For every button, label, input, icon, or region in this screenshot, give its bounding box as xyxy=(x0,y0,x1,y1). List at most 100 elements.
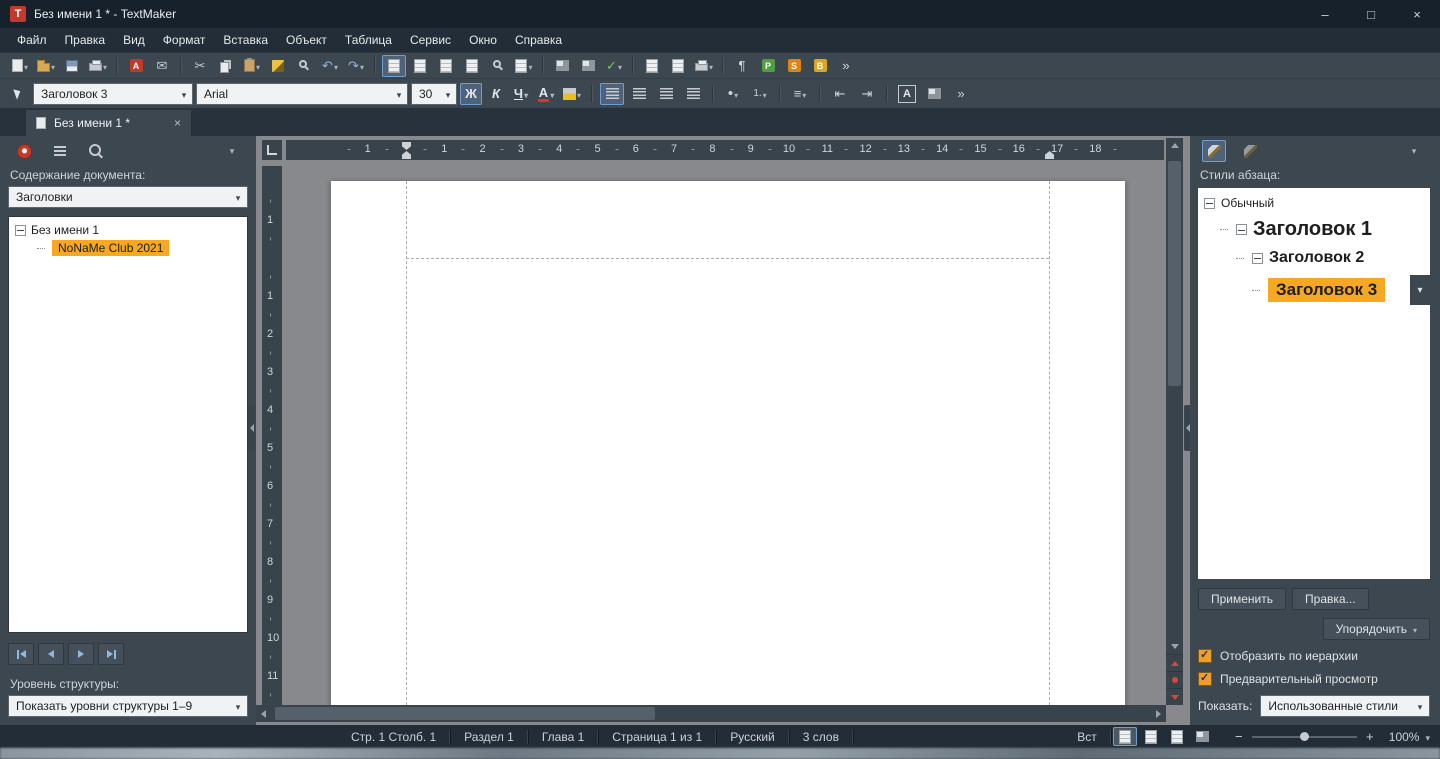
footer-icon[interactable] xyxy=(460,55,484,77)
document-map-button[interactable] xyxy=(12,140,36,162)
style-item-4[interactable]: Заголовок 3 xyxy=(1198,271,1430,309)
view-outline-button[interactable] xyxy=(1191,727,1215,746)
menu-item-8[interactable]: Окно xyxy=(460,28,506,52)
character-dialog-button[interactable]: A xyxy=(895,83,919,105)
spellcheck-icon[interactable]: ✓ xyxy=(602,55,626,77)
style-item-3[interactable]: Заголовок 2 xyxy=(1198,245,1430,271)
paragraph-style-select[interactable]: Заголовок 3 xyxy=(33,82,193,105)
font-name-select[interactable]: Arial xyxy=(196,82,408,105)
outline-next-button[interactable] xyxy=(68,643,94,665)
menu-item-9[interactable]: Справка xyxy=(506,28,571,52)
outline-search-button[interactable] xyxy=(84,140,108,162)
style-item-1[interactable]: Обычный xyxy=(1198,192,1430,214)
export-pdf-icon[interactable]: A xyxy=(124,55,148,77)
panel-menu-button[interactable] xyxy=(1402,140,1426,162)
horizontal-ruler[interactable]: 1 1 2 3 4 5 6 7 8 9 10 11 12 13 14 15 16 17 18 xyxy=(286,140,1164,160)
style-item-2[interactable]: Заголовок 1 xyxy=(1198,214,1430,245)
insert-table-icon[interactable] xyxy=(550,55,574,77)
outline-previous-button[interactable] xyxy=(38,643,64,665)
numbered-list-button[interactable]: 1. xyxy=(748,83,772,105)
title-bar[interactable]: T Без имени 1 * - TextMaker – □ × xyxy=(0,0,1440,28)
outline-child-item[interactable]: NoNaMe Club 2021 xyxy=(11,239,245,257)
new-document-icon[interactable] xyxy=(8,55,32,77)
hierarchy-checkbox[interactable]: Отобразить по иерархии xyxy=(1198,648,1430,663)
level-select[interactable]: Показать уровни структуры 1–9 xyxy=(8,695,248,717)
vertical-scroll-track[interactable] xyxy=(1166,153,1183,639)
basicmaker-icon[interactable]: B xyxy=(808,55,832,77)
align-center-button[interactable] xyxy=(627,83,651,105)
page-layout-view-icon[interactable] xyxy=(382,54,406,77)
menu-item-7[interactable]: Сервис xyxy=(401,28,460,52)
zoom-value[interactable]: 100% xyxy=(1389,730,1420,744)
show-select[interactable]: Использованные стили xyxy=(1260,695,1430,717)
minimize-button[interactable]: – xyxy=(1302,0,1348,28)
formatting-overflow-button[interactable]: » xyxy=(949,83,973,105)
save-icon[interactable] xyxy=(60,55,84,77)
first-line-indent-marker[interactable] xyxy=(402,142,411,150)
left-indent-marker[interactable] xyxy=(402,151,411,159)
view-normal-button[interactable] xyxy=(1139,727,1163,746)
menu-item-3[interactable]: Формат xyxy=(154,28,215,52)
view-page-layout-button[interactable] xyxy=(1112,727,1137,746)
style-options-button[interactable] xyxy=(1410,275,1430,305)
contents-select[interactable]: Заголовки xyxy=(8,186,248,208)
tree-collapse-icon[interactable] xyxy=(1236,224,1247,235)
print-icon[interactable] xyxy=(86,55,110,77)
mail-merge-icon[interactable] xyxy=(692,55,716,77)
horizontal-scrollbar[interactable] xyxy=(256,705,1166,722)
horizontal-scroll-track[interactable] xyxy=(271,705,1151,722)
formatting-marks-icon[interactable]: ¶ xyxy=(730,55,754,77)
document-page[interactable] xyxy=(331,181,1125,710)
maximize-button[interactable]: □ xyxy=(1348,0,1394,28)
cut-icon[interactable]: ✂ xyxy=(188,55,212,77)
zoom-slider-knob[interactable] xyxy=(1299,731,1309,741)
outline-list-button[interactable]: ≡ xyxy=(788,83,812,105)
open-icon[interactable] xyxy=(34,55,58,77)
scroll-up-button[interactable] xyxy=(1166,138,1183,153)
horizontal-scroll-thumb[interactable] xyxy=(275,707,655,720)
organize-button[interactable]: Упорядочить xyxy=(1322,618,1430,640)
edit-style-button[interactable]: Правка... xyxy=(1292,588,1369,610)
tree-collapse-icon[interactable] xyxy=(15,224,26,236)
align-left-button[interactable] xyxy=(600,82,624,105)
menu-item-6[interactable]: Таблица xyxy=(336,28,401,52)
toolbar-overflow-icon[interactable]: » xyxy=(834,55,858,77)
copy-icon[interactable] xyxy=(214,55,238,77)
paragraph-styles-button[interactable] xyxy=(1202,140,1226,162)
format-paintbrush-icon[interactable] xyxy=(266,55,290,77)
tab-close-button[interactable]: × xyxy=(174,116,181,130)
outline-options-button[interactable] xyxy=(48,140,72,162)
menu-item-2[interactable]: Вид xyxy=(114,28,154,52)
menu-item-0[interactable]: Файл xyxy=(8,28,56,52)
zoom-slider[interactable] xyxy=(1251,731,1357,741)
tab-stop-selector[interactable] xyxy=(262,140,282,160)
align-right-button[interactable] xyxy=(654,83,678,105)
outline-root-item[interactable]: Без имени 1 xyxy=(11,221,245,239)
insert-mode-indicator[interactable]: Вст xyxy=(1064,730,1110,744)
scroll-down-button[interactable] xyxy=(1166,639,1183,654)
zoom-out-button[interactable]: − xyxy=(1230,729,1248,744)
insert-chart-icon[interactable] xyxy=(576,55,600,77)
character-styles-button[interactable] xyxy=(1238,140,1262,162)
align-justify-button[interactable] xyxy=(681,83,705,105)
scroll-left-button[interactable] xyxy=(256,705,271,722)
left-panel-collapse-handle[interactable] xyxy=(248,405,255,451)
apply-style-button[interactable]: Применить xyxy=(1198,588,1287,610)
increase-indent-button[interactable]: ⇥ xyxy=(855,83,879,105)
menu-item-5[interactable]: Объект xyxy=(277,28,336,52)
normal-view-icon[interactable] xyxy=(408,55,432,77)
zoom-level-icon[interactable] xyxy=(486,55,510,77)
document-tab[interactable]: Без имени 1 * × xyxy=(26,110,191,136)
bold-button[interactable]: Ж xyxy=(460,82,482,105)
vertical-ruler[interactable]: 1 1 2 3 4 5 6 7 8 9 10 11 xyxy=(262,166,282,706)
scroll-right-button[interactable] xyxy=(1151,705,1166,722)
bullet-list-button[interactable]: • xyxy=(721,83,745,105)
insert-object-icon[interactable] xyxy=(512,55,536,77)
underline-button[interactable]: Ч xyxy=(510,83,532,105)
close-button[interactable]: × xyxy=(1394,0,1440,28)
planmaker-icon[interactable]: P xyxy=(756,55,780,77)
insert-frame-button[interactable] xyxy=(922,83,946,105)
tree-collapse-icon[interactable] xyxy=(1252,252,1263,264)
browse-object-button[interactable] xyxy=(1166,671,1183,688)
send-email-icon[interactable]: ✉ xyxy=(150,55,174,77)
